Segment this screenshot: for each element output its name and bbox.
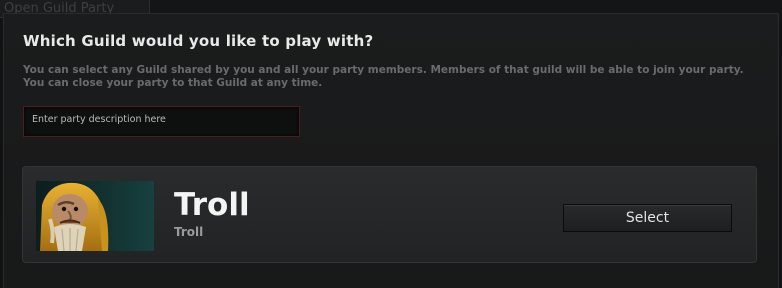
- guild-tag: Troll: [174, 225, 204, 239]
- party-description-input[interactable]: [23, 106, 300, 137]
- hero-portrait-icon: [36, 181, 154, 251]
- dialog-description: You can select any Guild shared by you a…: [23, 64, 744, 89]
- select-guild-button[interactable]: Select: [563, 204, 732, 232]
- guild-party-dialog: Which Guild would you like to play with?…: [3, 13, 779, 288]
- dialog-heading: Which Guild would you like to play with?: [23, 32, 374, 50]
- guild-list-item: Troll Troll Select: [22, 166, 757, 263]
- guild-name: Troll: [174, 187, 250, 223]
